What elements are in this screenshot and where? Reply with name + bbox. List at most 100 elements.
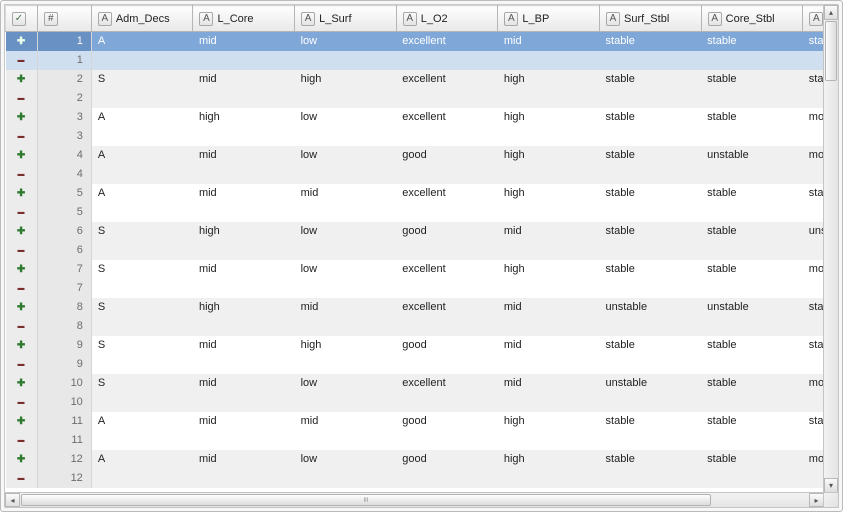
table-row[interactable]: 8 (6, 317, 826, 336)
table-row[interactable]: 9 (6, 355, 826, 374)
cell-L_Surf[interactable]: low (295, 222, 397, 241)
cell-Adm_Decs[interactable]: S (91, 298, 193, 317)
cell-L_Surf[interactable]: mid (295, 412, 397, 431)
cell-L_BP[interactable]: mid (498, 374, 600, 393)
column-header-L_O2[interactable]: L_O2 (396, 6, 498, 32)
collapse-cell[interactable] (6, 89, 38, 108)
cell-L_BP[interactable]: high (498, 146, 600, 165)
cell-Adm_Decs[interactable]: A (91, 450, 193, 469)
cell-Surf_Stbl[interactable]: stable (600, 222, 702, 241)
table-row[interactable]: 3 (6, 127, 826, 146)
cell-L_O2[interactable]: excellent (396, 70, 498, 89)
expand-cell[interactable] (6, 108, 38, 127)
cell-L_BP[interactable]: high (498, 450, 600, 469)
column-header-check[interactable] (6, 6, 38, 32)
table-row[interactable]: 6Shighlowgoodmidstablestableunstable (6, 222, 826, 241)
cell-Adm_Decs[interactable]: S (91, 70, 193, 89)
table-row[interactable]: 3Ahighlowexcellenthighstablestablemod_st… (6, 108, 826, 127)
cell-L_BP[interactable]: mid (498, 336, 600, 355)
cell-Surf_Stbl[interactable]: stable (600, 260, 702, 279)
cell-L_Core[interactable]: mid (193, 184, 295, 203)
cell-L_Surf[interactable]: mid (295, 298, 397, 317)
table-row[interactable]: 7Smidlowexcellenthighstablestablemod_sta… (6, 260, 826, 279)
cell-L_BP[interactable]: high (498, 412, 600, 431)
cell-L_O2[interactable]: good (396, 450, 498, 469)
cell-Surf_Stbl[interactable]: stable (600, 32, 702, 51)
cell-Adm_Decs[interactable]: S (91, 336, 193, 355)
cell-Core_Stbl[interactable]: stable (701, 184, 803, 203)
table-row[interactable]: 5Amidmidexcellenthighstablestablestable (6, 184, 826, 203)
scroll-down-button[interactable] (824, 478, 838, 493)
cell-Adm_Decs[interactable]: A (91, 184, 193, 203)
table-row[interactable]: 9Smidhighgoodmidstablestablestable (6, 336, 826, 355)
expand-cell[interactable] (6, 412, 38, 431)
table-row[interactable]: 5 (6, 203, 826, 222)
horizontal-scrollbar[interactable] (4, 492, 825, 508)
table-row[interactable]: 12 (6, 469, 826, 488)
collapse-cell[interactable] (6, 279, 38, 298)
cell-BP_Stbl[interactable]: stable (803, 184, 825, 203)
column-header-L_Surf[interactable]: L_Surf (295, 6, 397, 32)
cell-Core_Stbl[interactable]: stable (701, 32, 803, 51)
column-header-Surf_Stbl[interactable]: Surf_Stbl (600, 6, 702, 32)
cell-L_Surf[interactable]: low (295, 146, 397, 165)
expand-cell[interactable] (6, 184, 38, 203)
table-row[interactable]: 10Smidlowexcellentmidunstablestablemod_s… (6, 374, 826, 393)
cell-Adm_Decs[interactable]: S (91, 374, 193, 393)
table-row[interactable]: 4 (6, 165, 826, 184)
cell-Core_Stbl[interactable]: stable (701, 222, 803, 241)
cell-Core_Stbl[interactable]: stable (701, 412, 803, 431)
expand-cell[interactable] (6, 70, 38, 89)
expand-cell[interactable] (6, 146, 38, 165)
scroll-right-button[interactable] (809, 493, 824, 507)
vertical-scroll-thumb[interactable] (825, 21, 837, 81)
table-row[interactable]: 1 (6, 51, 826, 70)
column-header-Core_Stbl[interactable]: Core_Stbl (701, 6, 803, 32)
cell-L_BP[interactable]: mid (498, 298, 600, 317)
cell-L_BP[interactable]: mid (498, 222, 600, 241)
collapse-cell[interactable] (6, 393, 38, 412)
cell-Surf_Stbl[interactable]: stable (600, 70, 702, 89)
cell-BP_Stbl[interactable]: mod_stable (803, 108, 825, 127)
cell-Surf_Stbl[interactable]: stable (600, 146, 702, 165)
cell-BP_Stbl[interactable]: stable (803, 32, 825, 51)
cell-L_O2[interactable]: good (396, 146, 498, 165)
column-header-num[interactable] (37, 6, 91, 32)
cell-L_Surf[interactable]: low (295, 450, 397, 469)
table-row[interactable]: 12Amidlowgoodhighstablestablemod_stable (6, 450, 826, 469)
table-row[interactable]: 11Amidmidgoodhighstablestablestable (6, 412, 826, 431)
cell-BP_Stbl[interactable]: unstable (803, 222, 825, 241)
cell-L_Surf[interactable]: high (295, 70, 397, 89)
cell-L_O2[interactable]: excellent (396, 374, 498, 393)
expand-cell[interactable] (6, 222, 38, 241)
cell-L_O2[interactable]: excellent (396, 108, 498, 127)
cell-Adm_Decs[interactable]: A (91, 32, 193, 51)
cell-L_Core[interactable]: mid (193, 450, 295, 469)
cell-L_O2[interactable]: good (396, 222, 498, 241)
cell-BP_Stbl[interactable]: stable (803, 412, 825, 431)
scroll-left-button[interactable] (5, 493, 20, 507)
table-row[interactable]: 4Amidlowgoodhighstableunstablemod_stable (6, 146, 826, 165)
collapse-cell[interactable] (6, 165, 38, 184)
cell-BP_Stbl[interactable]: mod_stable (803, 374, 825, 393)
collapse-cell[interactable] (6, 51, 38, 70)
cell-L_O2[interactable]: excellent (396, 184, 498, 203)
collapse-cell[interactable] (6, 203, 38, 222)
table-row[interactable]: 6 (6, 241, 826, 260)
cell-Surf_Stbl[interactable]: stable (600, 450, 702, 469)
cell-L_BP[interactable]: mid (498, 32, 600, 51)
cell-Core_Stbl[interactable]: stable (701, 70, 803, 89)
cell-L_O2[interactable]: excellent (396, 260, 498, 279)
cell-Adm_Decs[interactable]: A (91, 412, 193, 431)
cell-L_Core[interactable]: high (193, 222, 295, 241)
cell-Core_Stbl[interactable]: stable (701, 336, 803, 355)
column-header-Adm_Decs[interactable]: Adm_Decs (91, 6, 193, 32)
cell-L_Surf[interactable]: low (295, 32, 397, 51)
horizontal-scroll-thumb[interactable] (21, 494, 711, 506)
cell-L_O2[interactable]: excellent (396, 298, 498, 317)
cell-BP_Stbl[interactable]: mod_stable (803, 450, 825, 469)
collapse-cell[interactable] (6, 241, 38, 260)
expand-cell[interactable] (6, 260, 38, 279)
table-row[interactable]: 11 (6, 431, 826, 450)
cell-Surf_Stbl[interactable]: stable (600, 336, 702, 355)
